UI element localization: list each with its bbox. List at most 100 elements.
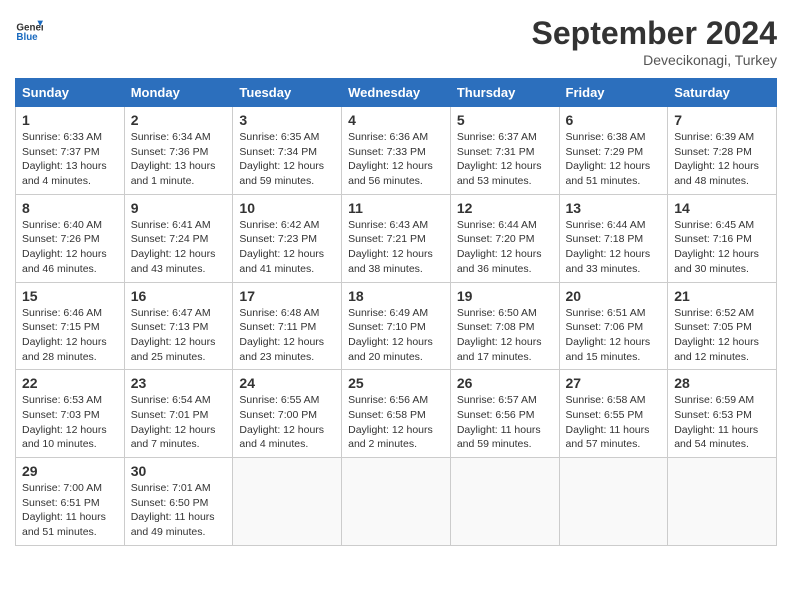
calendar-cell: 7 Sunrise: 6:39 AMSunset: 7:28 PMDaylight… <box>668 107 777 195</box>
col-tuesday: Tuesday <box>233 79 342 107</box>
day-number: 29 <box>22 463 118 479</box>
day-number: 26 <box>457 375 553 391</box>
calendar-cell: 27 Sunrise: 6:58 AMSunset: 6:55 PMDayligh… <box>559 370 668 458</box>
calendar-cell: 28 Sunrise: 6:59 AMSunset: 6:53 PMDayligh… <box>668 370 777 458</box>
title-block: September 2024 Devecikonagi, Turkey <box>532 15 777 68</box>
day-info: Sunrise: 6:37 AMSunset: 7:31 PMDaylight:… <box>457 130 553 189</box>
day-number: 3 <box>239 112 335 128</box>
page-header: General Blue September 2024 Devecikonagi… <box>15 15 777 68</box>
day-number: 5 <box>457 112 553 128</box>
day-info: Sunrise: 6:34 AMSunset: 7:36 PMDaylight:… <box>131 130 227 189</box>
calendar-cell: 13 Sunrise: 6:44 AMSunset: 7:18 PMDayligh… <box>559 194 668 282</box>
day-number: 4 <box>348 112 444 128</box>
month-title: September 2024 <box>532 15 777 52</box>
day-info: Sunrise: 6:33 AMSunset: 7:37 PMDaylight:… <box>22 130 118 189</box>
day-info: Sunrise: 6:43 AMSunset: 7:21 PMDaylight:… <box>348 218 444 277</box>
calendar-cell: 10Sunrise: 6:42 AMSunset: 7:23 PMDayligh… <box>233 194 342 282</box>
day-number: 18 <box>348 288 444 304</box>
col-wednesday: Wednesday <box>342 79 451 107</box>
day-number: 8 <box>22 200 118 216</box>
calendar-cell: 14 Sunrise: 6:45 AMSunset: 7:16 PMDayligh… <box>668 194 777 282</box>
svg-text:Blue: Blue <box>16 32 38 43</box>
day-info: Sunrise: 6:45 AMSunset: 7:16 PMDaylight:… <box>674 218 770 277</box>
calendar-cell: 8 Sunrise: 6:40 AMSunset: 7:26 PMDaylight… <box>16 194 125 282</box>
day-number: 15 <box>22 288 118 304</box>
day-info: Sunrise: 6:52 AMSunset: 7:05 PMDaylight:… <box>674 306 770 365</box>
week-row-4: 22Sunrise: 6:53 AMSunset: 7:03 PMDayligh… <box>16 370 777 458</box>
calendar-cell: 9Sunrise: 6:41 AMSunset: 7:24 PMDaylight… <box>124 194 233 282</box>
header-row: Sunday Monday Tuesday Wednesday Thursday… <box>16 79 777 107</box>
day-number: 10 <box>239 200 335 216</box>
day-number: 16 <box>131 288 227 304</box>
day-number: 13 <box>566 200 662 216</box>
calendar-cell: 18 Sunrise: 6:49 AMSunset: 7:10 PMDayligh… <box>342 282 451 370</box>
day-info: Sunrise: 6:46 AMSunset: 7:15 PMDaylight:… <box>22 306 118 365</box>
day-number: 21 <box>674 288 770 304</box>
calendar-cell: 22Sunrise: 6:53 AMSunset: 7:03 PMDayligh… <box>16 370 125 458</box>
day-number: 30 <box>131 463 227 479</box>
day-number: 7 <box>674 112 770 128</box>
week-row-1: 1 Sunrise: 6:33 AMSunset: 7:37 PMDaylight… <box>16 107 777 195</box>
calendar-body: 1 Sunrise: 6:33 AMSunset: 7:37 PMDaylight… <box>16 107 777 546</box>
calendar-cell: 6 Sunrise: 6:38 AMSunset: 7:29 PMDaylight… <box>559 107 668 195</box>
day-info: Sunrise: 6:48 AMSunset: 7:11 PMDaylight:… <box>239 306 335 365</box>
day-number: 11 <box>348 200 444 216</box>
col-friday: Friday <box>559 79 668 107</box>
calendar-cell: 4 Sunrise: 6:36 AMSunset: 7:33 PMDaylight… <box>342 107 451 195</box>
day-number: 14 <box>674 200 770 216</box>
calendar-cell: 1 Sunrise: 6:33 AMSunset: 7:37 PMDaylight… <box>16 107 125 195</box>
calendar-cell <box>233 458 342 546</box>
day-info: Sunrise: 6:49 AMSunset: 7:10 PMDaylight:… <box>348 306 444 365</box>
day-number: 2 <box>131 112 227 128</box>
day-number: 22 <box>22 375 118 391</box>
calendar-cell: 3 Sunrise: 6:35 AMSunset: 7:34 PMDaylight… <box>233 107 342 195</box>
day-number: 28 <box>674 375 770 391</box>
calendar-cell: 12 Sunrise: 6:44 AMSunset: 7:20 PMDayligh… <box>450 194 559 282</box>
day-info: Sunrise: 6:38 AMSunset: 7:29 PMDaylight:… <box>566 130 662 189</box>
col-saturday: Saturday <box>668 79 777 107</box>
calendar-cell <box>668 458 777 546</box>
calendar-cell: 29 Sunrise: 7:00 AMSunset: 6:51 PMDayligh… <box>16 458 125 546</box>
day-info: Sunrise: 6:50 AMSunset: 7:08 PMDaylight:… <box>457 306 553 365</box>
day-info: Sunrise: 6:57 AMSunset: 6:56 PMDaylight:… <box>457 393 553 452</box>
calendar-cell <box>559 458 668 546</box>
day-info: Sunrise: 6:36 AMSunset: 7:33 PMDaylight:… <box>348 130 444 189</box>
col-thursday: Thursday <box>450 79 559 107</box>
week-row-3: 15 Sunrise: 6:46 AMSunset: 7:15 PMDayligh… <box>16 282 777 370</box>
day-number: 27 <box>566 375 662 391</box>
day-info: Sunrise: 7:00 AMSunset: 6:51 PMDaylight:… <box>22 481 118 540</box>
day-info: Sunrise: 7:01 AMSunset: 6:50 PMDaylight:… <box>131 481 227 540</box>
day-number: 1 <box>22 112 118 128</box>
calendar-cell: 19 Sunrise: 6:50 AMSunset: 7:08 PMDayligh… <box>450 282 559 370</box>
logo: General Blue <box>15 15 43 43</box>
day-info: Sunrise: 6:44 AMSunset: 7:18 PMDaylight:… <box>566 218 662 277</box>
calendar-cell: 2 Sunrise: 6:34 AMSunset: 7:36 PMDaylight… <box>124 107 233 195</box>
day-info: Sunrise: 6:35 AMSunset: 7:34 PMDaylight:… <box>239 130 335 189</box>
day-info: Sunrise: 6:47 AMSunset: 7:13 PMDaylight:… <box>131 306 227 365</box>
logo-icon: General Blue <box>15 15 43 43</box>
day-info: Sunrise: 6:58 AMSunset: 6:55 PMDaylight:… <box>566 393 662 452</box>
location: Devecikonagi, Turkey <box>532 52 777 68</box>
day-number: 6 <box>566 112 662 128</box>
week-row-2: 8 Sunrise: 6:40 AMSunset: 7:26 PMDaylight… <box>16 194 777 282</box>
calendar-cell: 5 Sunrise: 6:37 AMSunset: 7:31 PMDaylight… <box>450 107 559 195</box>
col-monday: Monday <box>124 79 233 107</box>
calendar-table: Sunday Monday Tuesday Wednesday Thursday… <box>15 78 777 546</box>
calendar-cell: 21 Sunrise: 6:52 AMSunset: 7:05 PMDayligh… <box>668 282 777 370</box>
day-info: Sunrise: 6:44 AMSunset: 7:20 PMDaylight:… <box>457 218 553 277</box>
calendar-cell: 30 Sunrise: 7:01 AMSunset: 6:50 PMDayligh… <box>124 458 233 546</box>
calendar-cell: 20Sunrise: 6:51 AMSunset: 7:06 PMDayligh… <box>559 282 668 370</box>
day-info: Sunrise: 6:40 AMSunset: 7:26 PMDaylight:… <box>22 218 118 277</box>
day-number: 19 <box>457 288 553 304</box>
calendar-cell: 26 Sunrise: 6:57 AMSunset: 6:56 PMDayligh… <box>450 370 559 458</box>
day-info: Sunrise: 6:59 AMSunset: 6:53 PMDaylight:… <box>674 393 770 452</box>
calendar-cell <box>450 458 559 546</box>
week-row-5: 29 Sunrise: 7:00 AMSunset: 6:51 PMDayligh… <box>16 458 777 546</box>
day-number: 20 <box>566 288 662 304</box>
col-sunday: Sunday <box>16 79 125 107</box>
calendar-cell: 25Sunrise: 6:56 AMSunset: 6:58 PMDayligh… <box>342 370 451 458</box>
day-info: Sunrise: 6:55 AMSunset: 7:00 PMDaylight:… <box>239 393 335 452</box>
day-info: Sunrise: 6:54 AMSunset: 7:01 PMDaylight:… <box>131 393 227 452</box>
day-number: 12 <box>457 200 553 216</box>
day-info: Sunrise: 6:39 AMSunset: 7:28 PMDaylight:… <box>674 130 770 189</box>
